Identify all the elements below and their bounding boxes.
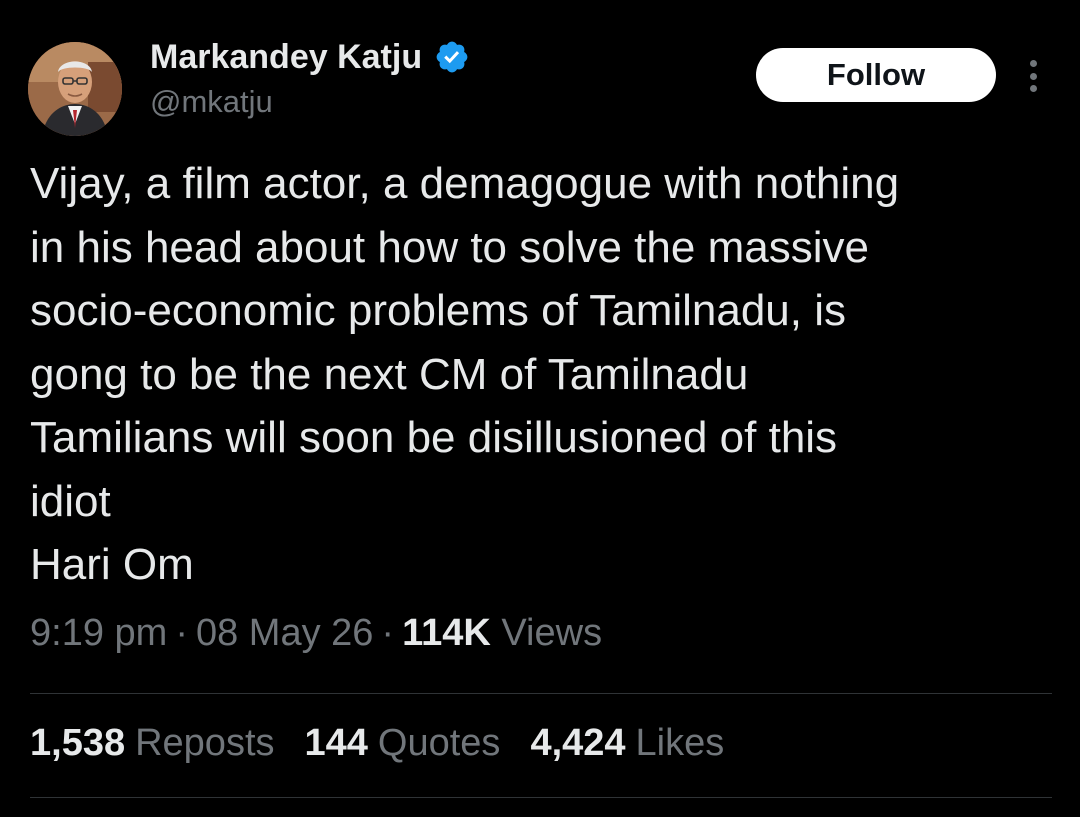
tweet-text-line: idiot: [30, 476, 111, 526]
divider: [30, 797, 1052, 798]
tweet-text-line: gong to be the next CM of Tamilnadu: [30, 349, 749, 399]
meta-separator: ·: [175, 612, 188, 654]
author-display-name[interactable]: Markandey Katju: [150, 38, 422, 77]
reposts-count: 1,538: [30, 722, 126, 764]
more-vertical-icon[interactable]: [1018, 56, 1048, 96]
more-dot: [1029, 85, 1037, 92]
tweet-text-line: socio-economic problems of Tamilnadu, is: [30, 286, 846, 335]
tweet-card: Markandey Katju @mkatju Follow Vijay, a …: [0, 0, 1080, 817]
tweet-time[interactable]: 9:19 pm: [30, 612, 167, 654]
tweet-text-line: in his head about how to solve the massi…: [30, 222, 869, 272]
avatar[interactable]: [28, 42, 122, 136]
follow-button[interactable]: Follow: [756, 48, 996, 102]
tweet-text-line: Hari Om: [30, 540, 194, 589]
likes-stat[interactable]: 4,424 Likes: [530, 722, 724, 765]
meta-separator: ·: [381, 612, 395, 654]
engagement-stats: 1,538 Reposts 144 Quotes 4,424 Likes: [30, 722, 724, 765]
quotes-stat[interactable]: 144 Quotes: [305, 722, 501, 765]
verified-badge-icon[interactable]: [434, 39, 470, 75]
tweet-text-line: Vijay, a film actor, a demagogue with no…: [30, 159, 900, 208]
avatar-image: [28, 42, 122, 136]
tweet-date[interactable]: 08 May 26: [196, 612, 373, 654]
views-count: 114K: [402, 612, 491, 654]
quotes-label: Quotes: [377, 722, 501, 764]
views-label: Views: [501, 612, 603, 654]
reposts-label: Reposts: [135, 722, 275, 764]
more-dot: [1029, 60, 1037, 67]
tweet-text: Vijay, a film actor, a demagogue with no…: [30, 152, 1050, 597]
likes-label: Likes: [635, 722, 725, 764]
tweet-meta: 9:19 pm · 08 May 26 · 114K Views: [30, 612, 602, 655]
tweet-text-line: Tamilians will soon be disillusioned of …: [30, 413, 838, 462]
quotes-count: 144: [304, 722, 368, 764]
author-name-row: Markandey Katju: [150, 34, 470, 80]
likes-count: 4,424: [530, 722, 626, 764]
more-dot: [1029, 72, 1037, 80]
author-handle[interactable]: @mkatju: [150, 84, 273, 120]
divider: [30, 693, 1052, 694]
reposts-stat[interactable]: 1,538 Reposts: [30, 722, 275, 765]
